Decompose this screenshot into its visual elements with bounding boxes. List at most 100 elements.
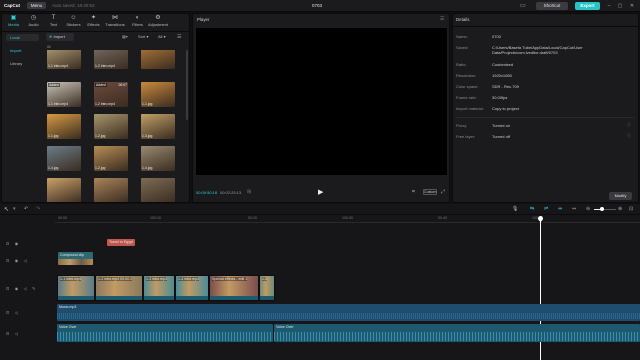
video-clip[interactable]: 1-5 (259, 275, 275, 301)
media-item[interactable]: 1-4.jpg (47, 146, 81, 171)
preview-axis-icon[interactable]: ⇿ (572, 206, 576, 212)
menu-button[interactable]: Menu (27, 2, 46, 9)
video-preview[interactable] (196, 28, 447, 175)
lock-icon[interactable]: ⊡ (6, 286, 9, 291)
track-header-compound: ⊡ ◉ ◁ (6, 258, 27, 264)
media-item[interactable]: 1-1.jpg (47, 114, 81, 139)
media-scrollbar[interactable] (186, 50, 188, 120)
tab-text[interactable]: T Text (43, 14, 64, 29)
lock-icon[interactable]: ⊡ (6, 331, 9, 336)
tab-effects[interactable]: ✦ Effects (83, 14, 104, 29)
media-item[interactable]: 1-2.jpg (94, 114, 128, 139)
fit-timeline-icon[interactable]: ⊡ (629, 206, 633, 212)
media-item[interactable] (47, 178, 81, 202)
crop-icon[interactable]: ⌗ (412, 189, 415, 195)
grid-icon[interactable]: ⊞ (247, 189, 251, 195)
track-header-text: ⊡ ◉ (6, 241, 18, 247)
eye-icon[interactable]: ◉ (15, 286, 19, 291)
media-item[interactable]: 1-3.jpg (141, 114, 175, 139)
filter-dropdown[interactable]: All ▾ (158, 34, 166, 39)
view-toggle-icon[interactable]: ▦▾ (122, 34, 134, 40)
select-cursor-icon[interactable]: ↖ (4, 206, 9, 213)
microphone-icon[interactable]: 🎙 (512, 206, 518, 212)
divider (1, 31, 190, 32)
detail-value-free-layer: Turned off (492, 134, 511, 139)
ruler-tick: 00:20 (248, 216, 257, 220)
video-clip[interactable]: 1-4 intro.mp4 (175, 275, 209, 301)
zoom-in-icon[interactable]: ⊕ (618, 206, 622, 212)
eye-icon[interactable]: ◉ (15, 241, 19, 246)
voice-over-clip[interactable]: Voice Over (274, 324, 640, 342)
modify-button[interactable]: Modify (609, 192, 632, 200)
menu-icon[interactable]: ☰ (177, 34, 181, 40)
lock-icon[interactable]: ⊡ (6, 241, 9, 246)
media-item[interactable] (141, 50, 175, 69)
linkage-icon[interactable]: ⇹ (558, 206, 562, 212)
video-clip[interactable]: 1-2 intro.mp4 00:00:2 (95, 275, 143, 301)
speaker-icon[interactable]: ◁ (15, 331, 18, 336)
play-icon[interactable]: ▶ (318, 188, 323, 196)
tab-stickers[interactable]: ☺ Stickers (63, 14, 84, 29)
voice-waveform (57, 332, 273, 341)
proxy-info-icon[interactable]: ⓘ (627, 122, 631, 128)
ratio-button[interactable]: Custom (423, 189, 437, 195)
video-clip-label: Special effects - edit 1 (212, 277, 248, 281)
detail-key-color-space: Color space: (456, 84, 479, 89)
tab-media[interactable]: ▣ Media (3, 14, 24, 29)
speaker-icon[interactable]: ◁ (15, 310, 18, 315)
import-icon: ⊕ (49, 34, 53, 39)
compound-clip[interactable]: Compound clip (58, 252, 93, 265)
auto-snap-icon[interactable]: ⇌ (544, 206, 548, 212)
media-item[interactable]: 1-1.jpg (141, 82, 175, 107)
fullscreen-icon[interactable]: ⤢ (441, 189, 445, 195)
video-clip[interactable]: 1-1 intro.mp4 (57, 275, 95, 301)
maximize-icon[interactable]: ▢ (616, 2, 624, 10)
video-clip[interactable]: Special effects - edit 1 (209, 275, 259, 301)
media-item[interactable] (141, 178, 175, 202)
sidebar-item-import[interactable]: Import (6, 47, 39, 54)
speaker-icon[interactable]: ◁ (24, 258, 27, 263)
redo-icon[interactable]: ↷ (36, 206, 40, 212)
export-button[interactable]: Export (575, 2, 600, 10)
sidebar-item-library[interactable]: Library (6, 60, 39, 67)
media-item[interactable]: 1-1 intro.mp4 (47, 50, 81, 69)
voice-over-clip[interactable]: Voice Over (57, 324, 273, 342)
main-track-magnet-icon[interactable]: ⇆ (530, 206, 534, 212)
tab-audio[interactable]: ◷ Audio (23, 14, 44, 29)
minimize-icon[interactable]: – (605, 2, 613, 10)
media-item[interactable]: 1-4.jpg (141, 146, 175, 171)
chevron-down-icon[interactable]: ▾ (13, 206, 16, 212)
speaker-icon[interactable]: ◁ (24, 286, 27, 291)
video-clip-label: 1-5 (262, 277, 268, 281)
lock-icon[interactable]: ⊡ (6, 310, 9, 315)
detail-key-ratio: Ratio: (456, 62, 467, 67)
edit-cover-icon[interactable]: ✎ (32, 286, 35, 291)
media-item[interactable]: 1-2 intro.mp4 (94, 50, 128, 69)
tab-transitions[interactable]: ⋈ Transitions (103, 14, 127, 29)
zoom-slider-handle[interactable] (600, 207, 604, 211)
import-button[interactable]: ⊕ Import (46, 33, 74, 41)
layout-icon[interactable]: ▭ (520, 2, 530, 10)
undo-icon[interactable]: ↶ (24, 206, 28, 212)
free-layer-info-icon[interactable]: ⓘ (627, 133, 631, 139)
all-tag: All (47, 45, 51, 49)
zoom-out-icon[interactable]: ⊖ (586, 206, 590, 212)
tab-adjustment[interactable]: ⚙ Adjustment (145, 14, 171, 29)
video-clip[interactable]: 1-3 intro.mp4 (143, 275, 175, 301)
close-icon[interactable]: ✕ (628, 2, 636, 10)
text-clip[interactable]: Travel to Egypt (107, 239, 135, 246)
shortcut-button[interactable]: Shortcut (536, 2, 568, 10)
music-clip[interactable]: Music.mp3 (57, 304, 640, 321)
audio-icon: ◷ (30, 15, 37, 21)
media-item[interactable]: Added 1-1 intro.mp4 (47, 82, 81, 107)
eye-icon[interactable]: ◉ (15, 258, 19, 263)
media-item[interactable] (94, 178, 128, 202)
lock-icon[interactable]: ⊡ (6, 258, 9, 263)
media-item[interactable]: 1-2.jpg (94, 146, 128, 171)
sidebar-item-local[interactable]: Local (6, 34, 39, 41)
detail-value-saved: C:/Users/Basefa Tube/AppData/Local/CapCu… (492, 45, 583, 55)
media-item[interactable]: Added 00:07 1-2 intro.mp4 (94, 82, 128, 107)
sort-dropdown[interactable]: Sort ▾ (138, 34, 148, 39)
player-menu-icon[interactable]: ☰ (440, 16, 444, 22)
media-item-label: 1-3.jpg (142, 134, 153, 138)
